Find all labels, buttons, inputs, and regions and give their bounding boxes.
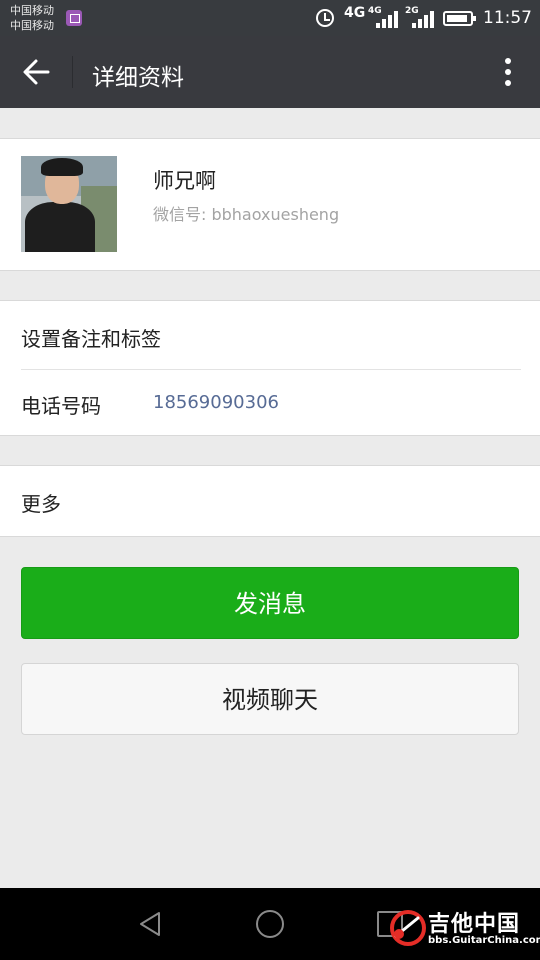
header-divider bbox=[72, 56, 73, 88]
network-type-1: 4G bbox=[344, 5, 366, 21]
wechat-id: 微信号: bbhaoxuesheng bbox=[153, 205, 340, 224]
video-chat-button[interactable]: 视频聊天 bbox=[21, 663, 519, 735]
more-options-icon[interactable] bbox=[504, 56, 512, 88]
status-time: 11:57 bbox=[483, 8, 532, 28]
avatar[interactable] bbox=[21, 156, 117, 252]
app-header: 详细资料 bbox=[0, 36, 540, 108]
watermark-title: 吉他中国 bbox=[428, 912, 521, 937]
gallery-notification-icon bbox=[66, 10, 82, 26]
watermark-url: bbs.GuitarChina.com bbox=[428, 935, 540, 946]
contact-info-section: 设置备注和标签 电话号码 18569090306 bbox=[0, 300, 540, 436]
carrier-name-2: 中国移动 bbox=[10, 19, 54, 32]
status-bar: 中国移动 中国移动 4G 4G 2G 11:57 bbox=[0, 0, 540, 36]
phone-number-link[interactable]: 18569090306 bbox=[153, 392, 279, 413]
carrier-info: 中国移动 中国移动 bbox=[10, 3, 54, 33]
back-arrow-icon[interactable] bbox=[20, 56, 54, 88]
more-row[interactable]: 更多 bbox=[0, 465, 540, 537]
battery-icon bbox=[443, 11, 476, 26]
signal-icon-1 bbox=[376, 10, 398, 28]
row-divider bbox=[21, 369, 521, 370]
nav-back-icon[interactable] bbox=[137, 910, 165, 938]
site-watermark: 吉他中国 bbs.GuitarChina.com bbox=[386, 906, 540, 952]
alarm-icon bbox=[316, 9, 334, 27]
send-message-button[interactable]: 发消息 bbox=[21, 567, 519, 639]
carrier-name-1: 中国移动 bbox=[10, 4, 54, 17]
guitar-logo-icon bbox=[390, 910, 426, 946]
phone-number-label: 电话号码 bbox=[21, 394, 101, 418]
page-title: 详细资料 bbox=[92, 65, 184, 91]
more-label: 更多 bbox=[21, 492, 61, 516]
set-remark-and-tags-row[interactable]: 设置备注和标签 bbox=[21, 323, 161, 352]
nav-home-icon[interactable] bbox=[256, 910, 284, 938]
profile-card: 师兄啊 微信号: bbhaoxuesheng bbox=[0, 138, 540, 271]
signal-icon-2 bbox=[412, 10, 434, 28]
contact-nickname: 师兄啊 bbox=[153, 169, 216, 193]
